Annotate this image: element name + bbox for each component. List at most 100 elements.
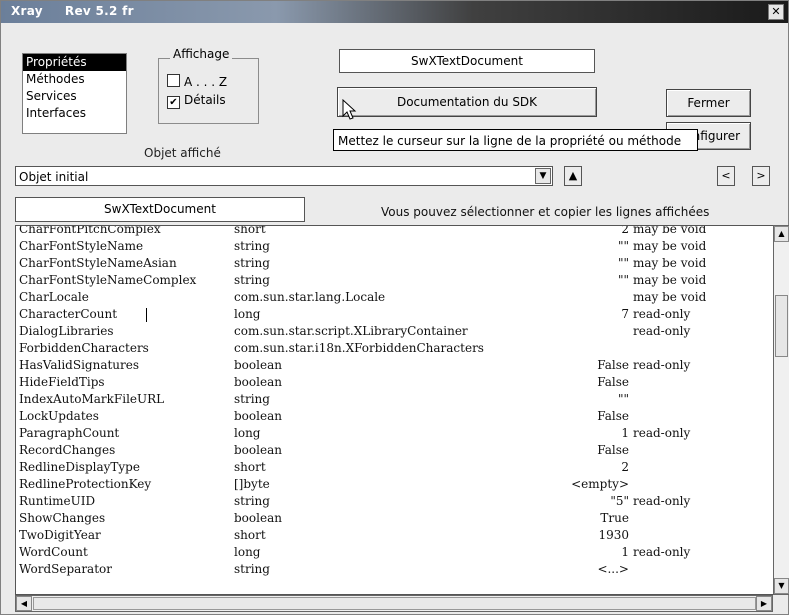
scroll-right-icon[interactable]: ▶	[756, 596, 772, 611]
next-button[interactable]: >	[752, 166, 770, 186]
property-value: True	[600, 511, 629, 525]
property-value: <empty>	[571, 477, 629, 491]
property-flag: may be void	[633, 273, 707, 287]
property-value: 2	[621, 225, 629, 236]
scroll-down-icon[interactable]: ▼	[774, 578, 789, 594]
up-button[interactable]: ▲	[564, 166, 582, 186]
property-row[interactable]: ForbiddenCharacters com.sun.star.i18n.XFo…	[16, 340, 773, 357]
property-row[interactable]: IndexAutoMarkFileURL string ""	[16, 391, 773, 408]
property-flag: may be void	[633, 256, 707, 270]
property-type: string	[234, 562, 270, 576]
vertical-scroll-thumb[interactable]	[775, 295, 788, 357]
property-value: ""	[617, 239, 629, 253]
category-item-services[interactable]: Services	[23, 88, 126, 105]
vertical-scrollbar[interactable]: ▲ ▼	[773, 225, 789, 595]
property-value: "5"	[610, 494, 629, 508]
scroll-up-icon[interactable]: ▲	[774, 226, 789, 242]
title-bar[interactable]: Xray Rev 5.2 fr ✕	[1, 1, 788, 23]
property-row[interactable]: CharLocale com.sun.star.lang.Locale may be…	[16, 289, 773, 306]
property-type: short	[234, 460, 266, 474]
tooltip: Mettez le curseur sur la ligne de la pro…	[333, 129, 698, 151]
property-name: WordSeparator	[19, 562, 112, 576]
property-type: string	[234, 392, 270, 406]
property-type: string	[234, 239, 270, 253]
property-row[interactable]: CharFontStyleNameComplex string "" may be v…	[16, 272, 773, 289]
horizontal-scrollbar[interactable]: ◀ ▶	[15, 595, 773, 612]
property-value: False	[597, 358, 629, 372]
property-flag: read-only	[633, 324, 691, 338]
property-value: 7	[621, 307, 629, 321]
property-flag: may be void	[633, 239, 707, 253]
property-row[interactable]: ShowChanges boolean True	[16, 510, 773, 527]
property-flag: read-only	[633, 358, 691, 372]
horizontal-scroll-thumb[interactable]	[33, 597, 756, 610]
category-list[interactable]: Propriétés Méthodes Services Interfaces	[22, 53, 127, 134]
sort-az-label: A . . . Z	[184, 75, 228, 89]
property-type: com.sun.star.script.XLibraryContainer	[234, 324, 468, 338]
property-row[interactable]: RedlineProtectionKey []byte <empty>	[16, 476, 773, 493]
property-row[interactable]: DialogLibraries com.sun.star.script.XLibr…	[16, 323, 773, 340]
property-type: com.sun.star.i18n.XForbiddenCharacters	[234, 341, 484, 355]
display-group	[158, 58, 259, 124]
property-name: HasValidSignatures	[19, 358, 140, 372]
property-row[interactable]: RecordChanges boolean False	[16, 442, 773, 459]
mouse-pointer-icon	[342, 99, 357, 120]
category-item-methods[interactable]: Méthodes	[23, 71, 126, 88]
property-value: 1	[621, 426, 629, 440]
property-value: False	[597, 409, 629, 423]
property-value: ""	[617, 273, 629, 287]
property-value: 1930	[598, 528, 629, 542]
text-caret	[146, 308, 147, 322]
property-name: RecordChanges	[19, 443, 116, 457]
info-text: Vous pouvez sélectionner et copier les l…	[381, 205, 710, 219]
property-type: boolean	[234, 409, 282, 423]
property-value: ""	[617, 256, 629, 270]
app-name: Xray	[11, 4, 43, 18]
property-name: IndexAutoMarkFileURL	[19, 392, 165, 406]
property-row[interactable]: HasValidSignatures boolean False read-only	[16, 357, 773, 374]
sort-az-checkbox[interactable]: A . . . Z	[167, 74, 227, 89]
property-flag: may be void	[633, 225, 707, 236]
property-name: CharFontPitchComplex	[19, 225, 161, 236]
property-row[interactable]: CharacterCount long 7 read-only	[16, 306, 773, 323]
close-button[interactable]: Fermer	[666, 89, 751, 117]
property-row[interactable]: CharFontStyleNameAsian string "" may be voi…	[16, 255, 773, 272]
property-type: string	[234, 273, 270, 287]
property-flag: read-only	[633, 545, 691, 559]
property-row[interactable]: CharFontStyleName string "" may be void	[16, 238, 773, 255]
property-row[interactable]: TwoDigitYear short 1930	[16, 527, 773, 544]
property-row[interactable]: HideFieldTips boolean False	[16, 374, 773, 391]
property-type: short	[234, 225, 266, 236]
window-title: Xray Rev 5.2 fr	[11, 4, 134, 18]
property-value: False	[597, 375, 629, 389]
property-name: DialogLibraries	[19, 324, 114, 338]
property-row[interactable]: ParagraphCount long 1 read-only	[16, 425, 773, 442]
details-checkbox[interactable]: ✔ Détails	[167, 93, 226, 109]
category-item-interfaces[interactable]: Interfaces	[23, 105, 126, 122]
dropdown-arrow-icon[interactable]: ▼	[535, 168, 551, 184]
property-type: long	[234, 426, 261, 440]
object-combo[interactable]: Objet initial ▼	[15, 166, 553, 186]
property-row[interactable]: LockUpdates boolean False	[16, 408, 773, 425]
property-listing[interactable]: CharFontPitchComplex short 2 may be void Cha…	[15, 225, 773, 595]
property-flag: read-only	[633, 307, 691, 321]
checkbox-checked-icon[interactable]: ✔	[167, 96, 180, 109]
property-flag: may be void	[633, 290, 707, 304]
sdk-documentation-button[interactable]: Documentation du SDK	[337, 87, 597, 117]
property-row[interactable]: WordSeparator string <...>	[16, 561, 773, 578]
property-row[interactable]: WordCount long 1 read-only	[16, 544, 773, 561]
checkbox-unchecked-icon[interactable]	[167, 74, 180, 87]
property-type: com.sun.star.lang.Locale	[234, 290, 386, 304]
property-name: RuntimeUID	[19, 494, 96, 508]
property-value: <...>	[597, 562, 629, 576]
close-icon[interactable]: ✕	[768, 4, 784, 20]
property-row[interactable]: CharFontPitchComplex short 2 may be void	[16, 225, 773, 238]
category-item-properties[interactable]: Propriétés	[23, 54, 126, 71]
property-row[interactable]: RedlineDisplayType short 2	[16, 459, 773, 476]
property-row[interactable]: RuntimeUID string "5" read-only	[16, 493, 773, 510]
previous-button[interactable]: <	[717, 166, 735, 186]
object-type-field[interactable]: SwXTextDocument	[339, 49, 595, 73]
scroll-left-icon[interactable]: ◀	[16, 596, 32, 611]
property-value: ""	[617, 392, 629, 406]
object-name-field[interactable]: SwXTextDocument	[15, 197, 305, 222]
